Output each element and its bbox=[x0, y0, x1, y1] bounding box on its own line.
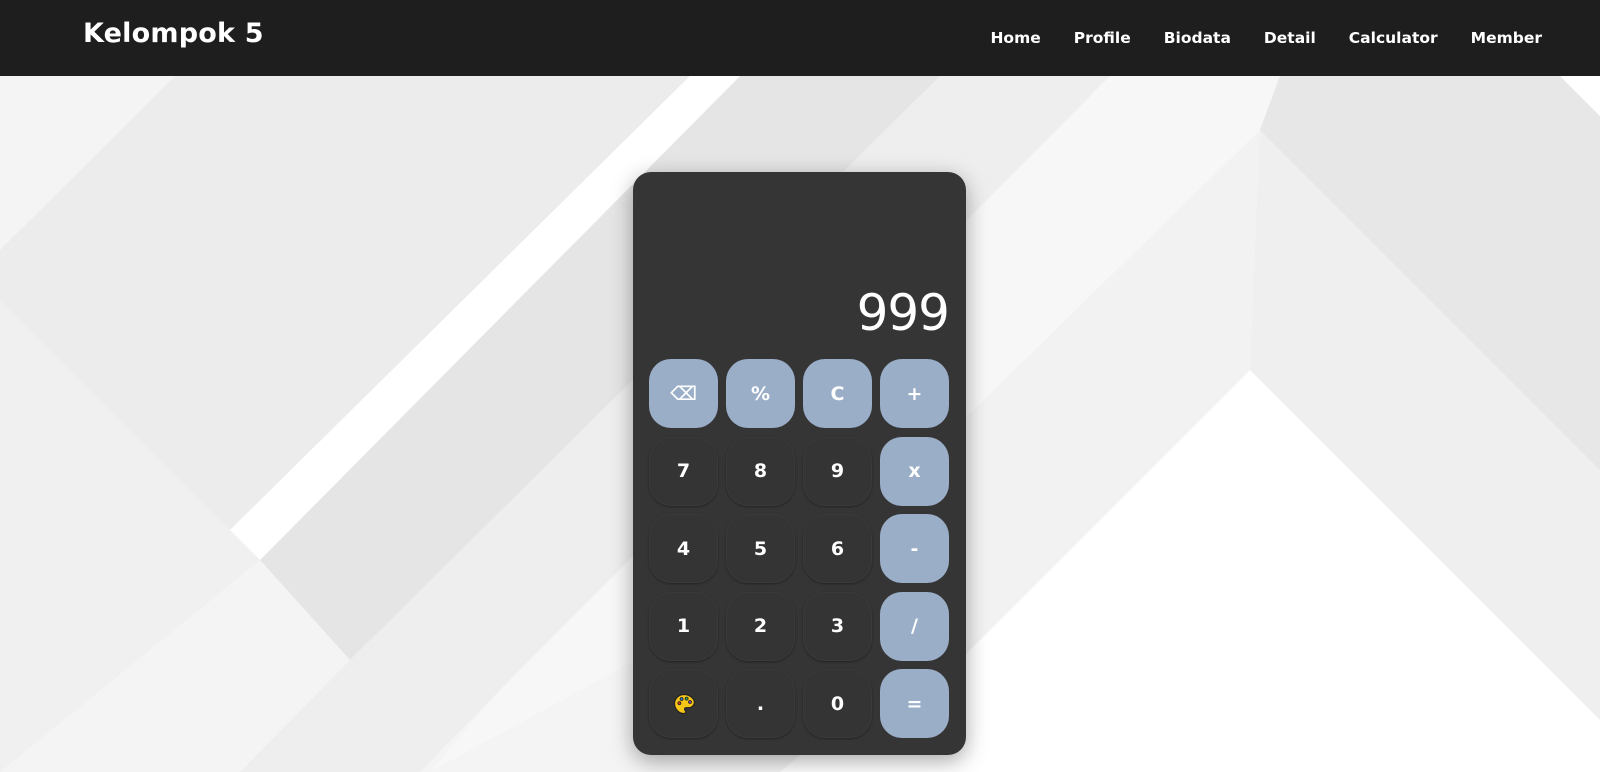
calculator-keypad: ⌫ % C + 7 8 9 x 4 5 6 - 1 2 3 / . 0 = bbox=[649, 359, 952, 738]
calculator: 999 ⌫ % C + 7 8 9 x 4 5 6 - 1 2 3 / . 0 … bbox=[633, 172, 966, 755]
key-9-button[interactable]: 9 bbox=[803, 436, 872, 506]
key-4-button[interactable]: 4 bbox=[649, 514, 718, 583]
decimal-button[interactable]: . bbox=[726, 669, 795, 738]
divide-button[interactable]: / bbox=[880, 591, 949, 661]
calculator-display: 999 bbox=[856, 284, 950, 342]
key-6-button[interactable]: 6 bbox=[803, 514, 872, 583]
multiply-button[interactable]: x bbox=[880, 436, 949, 506]
nav-link-detail[interactable]: Detail bbox=[1264, 29, 1316, 47]
key-1-button[interactable]: 1 bbox=[649, 591, 718, 661]
key-7-button[interactable]: 7 bbox=[649, 436, 718, 506]
clear-button[interactable]: C bbox=[803, 359, 872, 428]
add-button[interactable]: + bbox=[880, 359, 949, 428]
nav-links: Home Profile Biodata Detail Calculator M… bbox=[957, 0, 1542, 76]
key-0-button[interactable]: 0 bbox=[803, 669, 872, 738]
theme-button[interactable] bbox=[649, 669, 718, 738]
backspace-button[interactable]: ⌫ bbox=[649, 359, 718, 428]
nav-link-member[interactable]: Member bbox=[1471, 29, 1542, 47]
key-5-button[interactable]: 5 bbox=[726, 514, 795, 583]
palette-icon bbox=[672, 692, 696, 716]
key-3-button[interactable]: 3 bbox=[803, 591, 872, 661]
subtract-button[interactable]: - bbox=[880, 514, 949, 583]
nav-link-biodata[interactable]: Biodata bbox=[1164, 29, 1231, 47]
percent-button[interactable]: % bbox=[726, 359, 795, 428]
nav-link-home[interactable]: Home bbox=[990, 29, 1040, 47]
key-8-button[interactable]: 8 bbox=[726, 436, 795, 506]
nav-link-profile[interactable]: Profile bbox=[1074, 29, 1131, 47]
navbar: Kelompok 5 Home Profile Biodata Detail C… bbox=[0, 0, 1600, 76]
brand-title[interactable]: Kelompok 5 bbox=[83, 18, 264, 49]
key-2-button[interactable]: 2 bbox=[726, 591, 795, 661]
equals-button[interactable]: = bbox=[880, 669, 949, 738]
nav-link-calculator[interactable]: Calculator bbox=[1349, 29, 1438, 47]
